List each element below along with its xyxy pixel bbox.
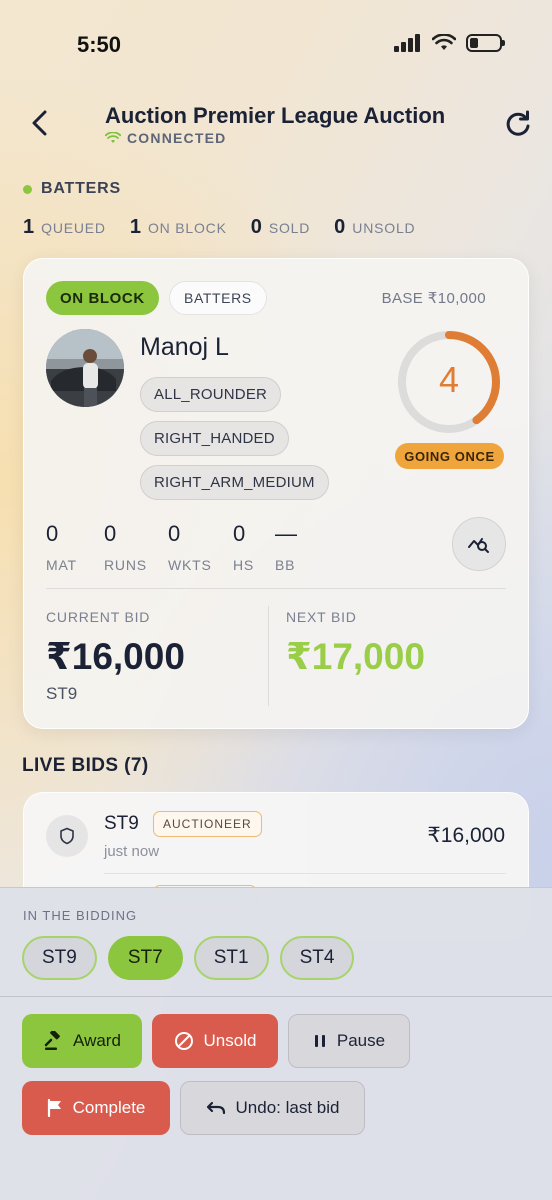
team-chip-st4[interactable]: ST4	[279, 936, 355, 980]
player-card: ON BLOCK BATTERS BASE ₹10,000 Manoj L AL…	[23, 258, 529, 729]
stat-runs: 0 RUNS	[104, 521, 147, 573]
complete-button[interactable]: Complete	[22, 1081, 170, 1135]
wifi-icon	[105, 132, 121, 143]
bid-time: just now	[104, 843, 160, 860]
refresh-icon[interactable]	[502, 108, 534, 140]
category-badge: BATTERS	[169, 281, 267, 315]
undo-icon	[206, 1101, 225, 1115]
unsold-label: Unsold	[203, 1031, 257, 1050]
unsold-button[interactable]: Unsold	[152, 1014, 278, 1068]
connection-label: CONNECTED	[127, 130, 227, 146]
status-time: 5:50	[77, 32, 122, 57]
count-unsold: 0 UNSOLD	[334, 216, 416, 238]
on-block-badge: ON BLOCK	[46, 281, 159, 315]
player-name: Manoj L	[140, 333, 229, 361]
status-bar: 5:50	[0, 0, 552, 90]
current-bid-label: CURRENT BID	[46, 609, 151, 625]
in-bidding-label: IN THE BIDDING	[23, 908, 138, 923]
stat-bb: — BB	[275, 521, 297, 573]
bid-amount: ₹16,000	[427, 824, 505, 847]
divider	[0, 996, 552, 997]
base-price: BASE ₹10,000	[381, 290, 486, 307]
cellular-signal-icon	[394, 34, 420, 52]
going-once-badge: GOING ONCE	[395, 443, 504, 469]
category-header: BATTERS	[23, 180, 121, 198]
ban-icon	[174, 1032, 193, 1050]
shield-icon	[60, 827, 74, 845]
bid-team: ST9	[104, 813, 139, 834]
divider	[46, 588, 506, 589]
battery-icon	[466, 34, 505, 52]
count-sold: 0 SOLD	[250, 216, 311, 238]
divider	[268, 606, 269, 706]
undo-button[interactable]: Undo: last bid	[180, 1081, 365, 1135]
gavel-icon	[44, 1031, 60, 1050]
bidder-avatar	[46, 815, 88, 857]
current-bid-amount: ₹16,000	[46, 636, 185, 677]
pause-label: Pause	[336, 1031, 386, 1050]
divider	[104, 873, 506, 874]
team-chip-st1[interactable]: ST1	[193, 936, 269, 980]
next-bid-label: NEXT BID	[286, 609, 357, 625]
team-chips: ST9 ST7 ST1 ST4	[22, 936, 355, 980]
team-chip-st9[interactable]: ST9	[22, 936, 97, 980]
flag-icon	[47, 1099, 61, 1117]
batting-hand-tag: RIGHT_HANDED	[140, 421, 289, 456]
stat-hs: 0 HS	[233, 521, 255, 573]
analytics-search-icon	[468, 538, 489, 553]
count-on-block: 1 ON BLOCK	[129, 216, 227, 238]
category-name: BATTERS	[41, 180, 121, 197]
page-title: Auction Premier League Auction	[105, 103, 446, 128]
analytics-button[interactable]	[452, 517, 506, 571]
team-chip-st7[interactable]: ST7	[107, 936, 183, 980]
current-bidder: ST9	[46, 684, 78, 703]
pause-icon	[314, 1035, 325, 1047]
role-tag: ALL_ROUNDER	[140, 377, 282, 412]
category-counts: 1 QUEUED 1 ON BLOCK 0 SOLD 0 UNSOLD	[23, 216, 415, 239]
bidding-panel: IN THE BIDDING ST9 ST7 ST1 ST4 Award Uns…	[0, 887, 552, 1200]
undo-label: Undo: last bid	[235, 1098, 340, 1117]
award-label: Award	[73, 1031, 121, 1050]
back-icon[interactable]	[26, 106, 56, 140]
bowling-style-tag: RIGHT_ARM_MEDIUM	[140, 465, 329, 500]
next-bid-amount: ₹17,000	[286, 636, 425, 677]
complete-label: Complete	[72, 1098, 146, 1117]
countdown-number: 4	[438, 359, 460, 400]
award-button[interactable]: Award	[22, 1014, 142, 1068]
player-stats: 0 MAT 0 RUNS 0 WKTS 0 HS — BB	[46, 521, 333, 573]
live-bids-title: LIVE BIDS (7)	[22, 755, 149, 776]
stat-wkts: 0 WKTS	[168, 521, 212, 573]
auctioneer-badge: AUCTIONEER	[153, 811, 262, 837]
connection-status: CONNECTED	[105, 130, 226, 146]
status-dot	[23, 184, 32, 194]
count-queued: 1 QUEUED	[23, 216, 106, 238]
player-avatar	[46, 329, 124, 407]
wifi-icon	[432, 34, 456, 50]
stat-mat: 0 MAT	[46, 521, 77, 573]
status-icons	[394, 34, 505, 52]
pause-button[interactable]: Pause	[288, 1014, 410, 1068]
